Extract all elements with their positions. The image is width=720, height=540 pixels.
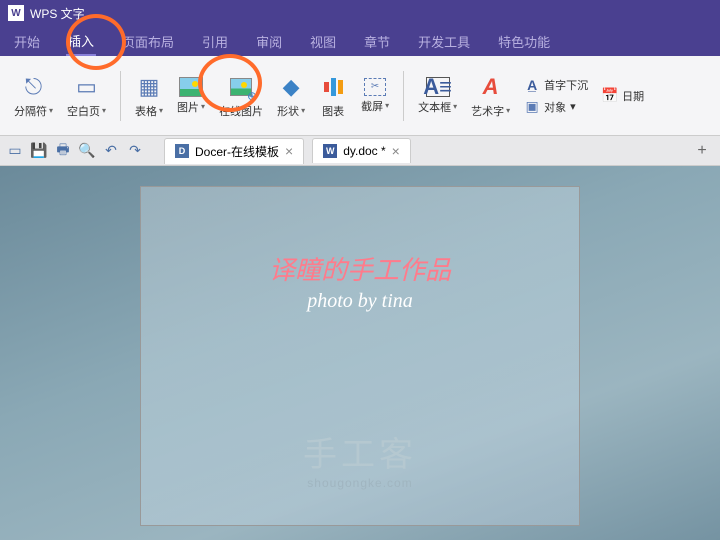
chevron-down-icon: ▾ xyxy=(49,106,53,115)
save-button[interactable]: 💾 xyxy=(30,142,48,160)
quick-access-toolbar: ▭ 💾 🖶 🔍 ↶ ↷ xyxy=(6,142,144,160)
ribbon-separator xyxy=(403,71,404,121)
chevron-down-icon: ▾ xyxy=(570,100,576,113)
ribbon-insert: ⎋ 分隔符▾ ▭ 空白页▾ ▦ 表格▾ 图片▾ ⊕ 在线图片 ◆ 形状▾ 图表 … xyxy=(0,56,720,136)
wordart-button[interactable]: A 艺术字▾ xyxy=(467,71,514,121)
chevron-down-icon: ▾ xyxy=(159,106,163,115)
shapes-button[interactable]: ◆ 形状▾ xyxy=(273,71,309,121)
document-tab-docer[interactable]: D Docer-在线模板 × xyxy=(164,138,304,164)
page-break-icon: ⎋ xyxy=(20,73,48,101)
menu-item-start[interactable]: 开始 xyxy=(12,28,42,55)
new-doc-button[interactable]: ▭ xyxy=(6,142,24,160)
screenshot-button[interactable]: ✂ 截屏▾ xyxy=(357,76,393,116)
object-icon: ▣ xyxy=(524,99,540,115)
watermark-brand: 手工客 shougongke.com xyxy=(303,427,417,490)
close-tab-button[interactable]: × xyxy=(392,143,400,159)
app-title: WPS 文字 xyxy=(30,5,85,22)
insert-picture-button[interactable]: 图片▾ xyxy=(173,75,209,117)
document-tab-bar: ▭ 💾 🖶 🔍 ↶ ↷ D Docer-在线模板 × W dy.doc * × … xyxy=(0,136,720,166)
dropcap-button[interactable]: A̲ 首字下沉 xyxy=(520,75,592,95)
calendar-icon: 📅 xyxy=(602,88,618,104)
textbox-button[interactable]: A≡ 文本框▾ xyxy=(414,75,461,117)
menu-item-special[interactable]: 特色功能 xyxy=(496,28,552,55)
wordart-icon: A xyxy=(477,73,505,101)
menu-item-review[interactable]: 审阅 xyxy=(254,28,284,55)
chevron-down-icon: ▾ xyxy=(506,106,510,115)
screenshot-icon: ✂ xyxy=(364,78,386,96)
page-break-button[interactable]: ⎋ 分隔符▾ xyxy=(10,71,57,121)
app-logo-icon: W xyxy=(8,5,24,21)
chevron-down-icon: ▾ xyxy=(301,106,305,115)
online-picture-button[interactable]: ⊕ 在线图片 xyxy=(215,71,267,121)
blank-page-icon: ▭ xyxy=(73,73,101,101)
title-bar: W WPS 文字 xyxy=(0,0,720,26)
object-button[interactable]: ▣ 对象▾ xyxy=(520,97,592,117)
menu-item-insert[interactable]: 插入 xyxy=(66,27,96,56)
add-tab-button[interactable]: + xyxy=(690,139,714,163)
online-picture-icon: ⊕ xyxy=(227,73,255,101)
preview-button[interactable]: 🔍 xyxy=(78,142,96,160)
chevron-down-icon: ▾ xyxy=(453,102,457,111)
watermark-photo-credit: photo by tina xyxy=(307,290,413,313)
dropcap-icon: A̲ xyxy=(524,77,540,93)
picture-icon xyxy=(179,77,203,97)
tab-label: dy.doc * xyxy=(343,144,385,158)
shapes-icon: ◆ xyxy=(277,73,305,101)
table-button[interactable]: ▦ 表格▾ xyxy=(131,71,167,121)
textbox-icon: A≡ xyxy=(426,77,450,97)
menu-item-chapter[interactable]: 章节 xyxy=(362,28,392,55)
wps-doc-icon: W xyxy=(323,144,337,158)
menu-item-view[interactable]: 视图 xyxy=(308,28,338,55)
chart-icon xyxy=(319,73,347,101)
menu-item-references[interactable]: 引用 xyxy=(200,28,230,55)
redo-button[interactable]: ↷ xyxy=(126,142,144,160)
chevron-down-icon: ▾ xyxy=(385,101,389,110)
watermark-author-text: 译瞳的手工作品 xyxy=(269,250,451,287)
close-tab-button[interactable]: × xyxy=(285,143,293,159)
docer-icon: D xyxy=(175,144,189,158)
undo-button[interactable]: ↶ xyxy=(102,142,120,160)
chevron-down-icon: ▾ xyxy=(201,102,205,111)
tab-label: Docer-在线模板 xyxy=(195,143,279,160)
menu-bar: 开始 插入 页面布局 引用 审阅 视图 章节 开发工具 特色功能 xyxy=(0,26,720,56)
print-button[interactable]: 🖶 xyxy=(54,142,72,160)
blank-page-button[interactable]: ▭ 空白页▾ xyxy=(63,71,110,121)
table-icon: ▦ xyxy=(135,73,163,101)
menu-item-devtools[interactable]: 开发工具 xyxy=(416,28,472,55)
chevron-down-icon: ▾ xyxy=(102,106,106,115)
menu-item-pagelayout[interactable]: 页面布局 xyxy=(120,28,176,55)
date-button[interactable]: 📅 日期 xyxy=(598,86,648,106)
chart-button[interactable]: 图表 xyxy=(315,71,351,121)
ribbon-separator xyxy=(120,71,121,121)
document-tab-dydoc[interactable]: W dy.doc * × xyxy=(312,138,411,163)
